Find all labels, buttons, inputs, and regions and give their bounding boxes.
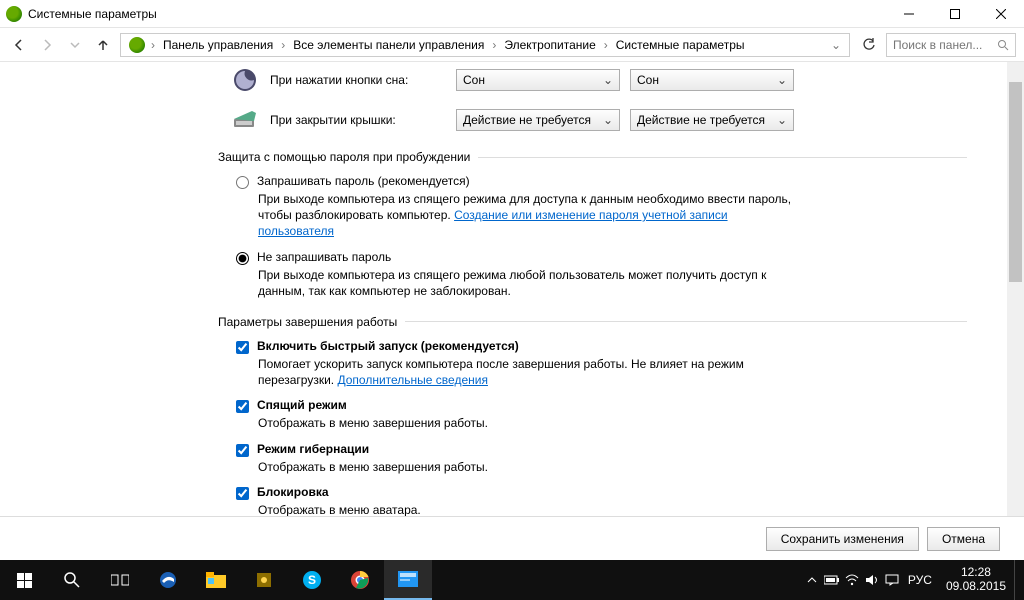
search-input[interactable]	[893, 38, 989, 52]
radio-require-password[interactable]	[236, 176, 249, 189]
start-button[interactable]	[0, 560, 48, 600]
task-view-button[interactable]	[96, 560, 144, 600]
window-title: Системные параметры	[28, 7, 157, 21]
taskbar: S РУС 12:28 09.08.2015	[0, 560, 1024, 600]
chevron-right-icon[interactable]: ›	[279, 38, 287, 52]
vertical-scrollbar[interactable]	[1007, 62, 1024, 560]
option-description: Помогает ускорить запуск компьютера посл…	[258, 356, 798, 388]
moon-icon	[228, 66, 262, 94]
dropdown-lid-plugged[interactable]: Действие не требуется⌄	[630, 109, 794, 131]
windows-icon	[17, 573, 32, 588]
taskbar-search[interactable]	[48, 560, 96, 600]
taskbar-app-skype[interactable]: S	[288, 560, 336, 600]
chevron-right-icon[interactable]: ›	[602, 38, 610, 52]
checkbox-label[interactable]: Включить быстрый запуск (рекомендуется)	[257, 339, 519, 353]
option-description: При выходе компьютера из спящего режима …	[258, 267, 798, 299]
radio-no-password[interactable]	[236, 252, 249, 265]
scrollbar-thumb[interactable]	[1009, 82, 1022, 282]
radio-label[interactable]: Запрашивать пароль (рекомендуется)	[257, 174, 470, 188]
breadcrumb-icon	[129, 37, 145, 53]
tray-chevron-up-icon[interactable]	[802, 560, 822, 600]
dropdown-sleep-battery[interactable]: Сон⌄	[456, 69, 620, 91]
chevron-down-icon: ⌄	[603, 73, 613, 87]
save-button[interactable]: Сохранить изменения	[766, 527, 919, 551]
section-header-password: Защита с помощью пароля при пробуждении	[218, 150, 967, 164]
tray-wifi-icon[interactable]	[842, 560, 862, 600]
dropdown-lid-battery[interactable]: Действие не требуется⌄	[456, 109, 620, 131]
setting-label: При закрытии крышки:	[270, 113, 456, 127]
breadcrumb-segment[interactable]: Электропитание	[498, 38, 601, 52]
show-desktop-button[interactable]	[1014, 560, 1020, 600]
search-box[interactable]	[886, 33, 1016, 57]
taskbar-app-chrome[interactable]	[336, 560, 384, 600]
setting-label: При нажатии кнопки сна:	[270, 73, 456, 87]
navbar: › Панель управления › Все элементы панел…	[0, 28, 1024, 62]
search-icon	[997, 39, 1009, 51]
breadcrumb-segment[interactable]: Системные параметры	[610, 38, 751, 52]
breadcrumb-segment[interactable]: Все элементы панели управления	[287, 38, 490, 52]
breadcrumb-segment[interactable]: Панель управления	[157, 38, 279, 52]
back-button[interactable]	[8, 34, 30, 56]
setting-lid-close: При закрытии крышки: Действие не требует…	[228, 106, 967, 134]
checkbox-fast-startup[interactable]	[236, 341, 249, 354]
checkbox-label[interactable]: Режим гибернации	[257, 442, 369, 456]
chevron-down-icon: ⌄	[777, 73, 787, 87]
up-button[interactable]	[92, 34, 114, 56]
option-description: Отображать в меню завершения работы.	[258, 459, 798, 475]
app-icon	[6, 6, 22, 22]
taskbar-app-control-panel[interactable]	[384, 560, 432, 600]
maximize-button[interactable]	[932, 0, 978, 28]
setting-sleep-button: При нажатии кнопки сна: Сон⌄ Сон⌄	[228, 66, 967, 94]
checkbox-label[interactable]: Спящий режим	[257, 398, 347, 412]
option-description: При выходе компьютера из спящего режима …	[258, 191, 798, 240]
checkbox-label[interactable]: Блокировка	[257, 485, 329, 499]
tray-language[interactable]: РУС	[902, 560, 938, 600]
chevron-down-icon: ⌄	[777, 113, 787, 127]
chevron-down-icon: ⌄	[603, 113, 613, 127]
tray-battery-icon[interactable]	[822, 560, 842, 600]
cancel-button[interactable]: Отмена	[927, 527, 1000, 551]
titlebar: Системные параметры	[0, 0, 1024, 28]
close-button[interactable]	[978, 0, 1024, 28]
tray-time: 12:28	[946, 566, 1006, 580]
tray-action-center-icon[interactable]	[882, 560, 902, 600]
refresh-button[interactable]	[858, 34, 880, 56]
minimize-button[interactable]	[886, 0, 932, 28]
checkbox-hibernate[interactable]	[236, 444, 249, 457]
chevron-right-icon[interactable]: ›	[490, 38, 498, 52]
option-description: Отображать в меню завершения работы.	[258, 415, 798, 431]
chevron-down-icon[interactable]: ⌄	[827, 38, 845, 52]
dropdown-sleep-plugged[interactable]: Сон⌄	[630, 69, 794, 91]
breadcrumb[interactable]: › Панель управления › Все элементы панел…	[120, 33, 850, 57]
link-more-info[interactable]: Дополнительные сведения	[337, 373, 487, 387]
laptop-icon	[228, 106, 262, 134]
content-area: При нажатии кнопки сна: Сон⌄ Сон⌄ При за…	[0, 62, 1007, 560]
footer: Сохранить изменения Отмена	[0, 516, 1024, 560]
section-header-shutdown: Параметры завершения работы	[218, 315, 967, 329]
checkbox-lock[interactable]	[236, 487, 249, 500]
svg-text:S: S	[308, 573, 316, 587]
tray-date: 09.08.2015	[946, 580, 1006, 594]
taskbar-app-edge[interactable]	[144, 560, 192, 600]
tray-clock[interactable]: 12:28 09.08.2015	[938, 566, 1014, 594]
recent-dropdown[interactable]	[64, 34, 86, 56]
chevron-right-icon[interactable]: ›	[149, 38, 157, 52]
radio-label[interactable]: Не запрашивать пароль	[257, 250, 391, 264]
forward-button[interactable]	[36, 34, 58, 56]
checkbox-sleep[interactable]	[236, 400, 249, 413]
taskbar-app-explorer[interactable]	[192, 560, 240, 600]
tray-volume-icon[interactable]	[862, 560, 882, 600]
taskbar-app-generic[interactable]	[240, 560, 288, 600]
